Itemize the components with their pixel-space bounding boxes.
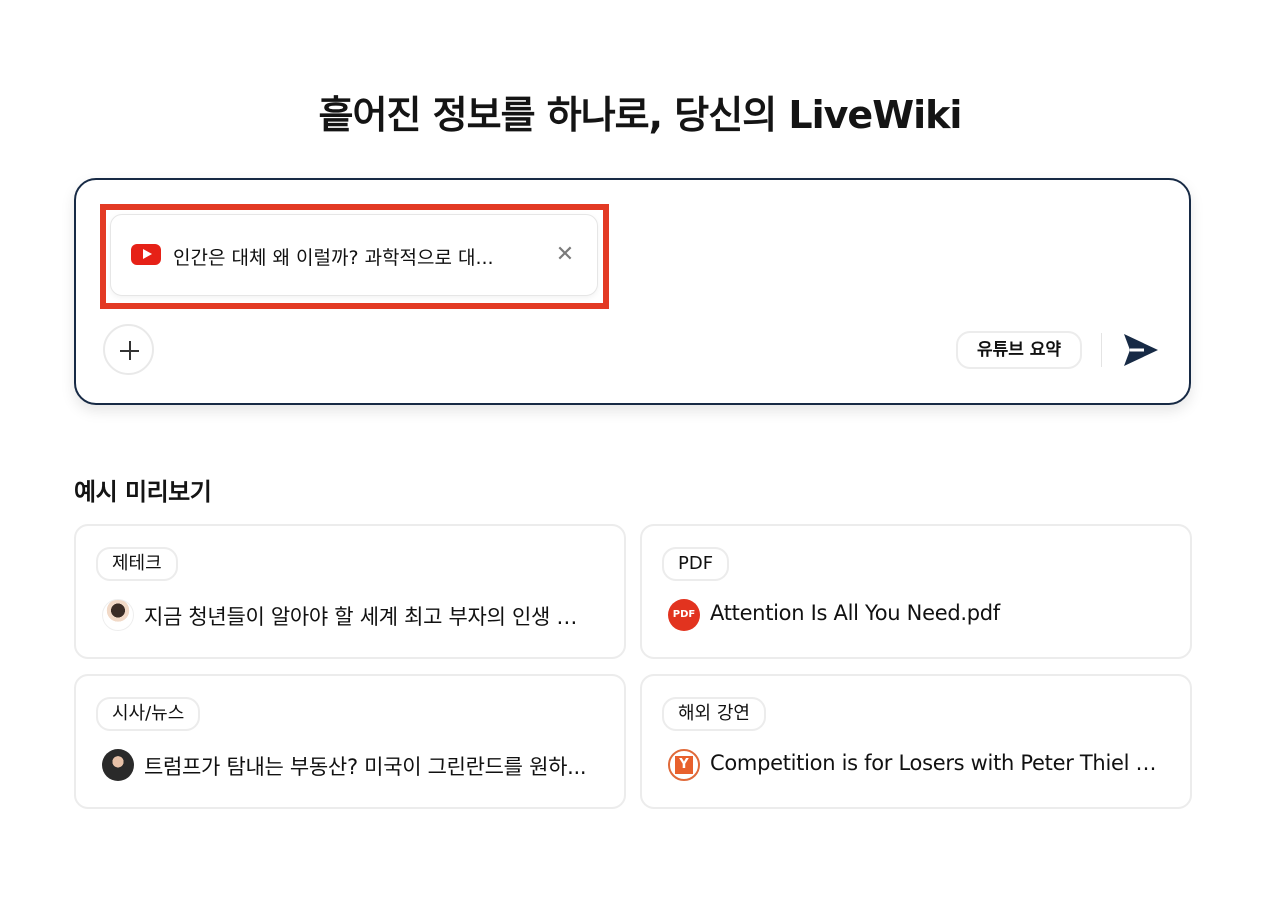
category-tag: 시사/뉴스: [96, 697, 201, 731]
attachment-title: 인간은 대체 왜 이럴까? 과학적으로 대...: [173, 247, 494, 269]
ycombinator-logo-letter: Y: [675, 756, 693, 774]
example-card[interactable]: PDF PDF Attention Is All You Need.pdf: [640, 524, 1192, 659]
card-title: 트럼프가 탐내는 부동산? 미국이 그린란드를 원하...: [144, 755, 587, 779]
close-icon[interactable]: ✕: [551, 241, 579, 269]
category-tag: PDF: [662, 547, 730, 581]
page-title: 흩어진 정보를 하나로, 당신의 LiveWiki: [318, 93, 963, 137]
divider: [1101, 333, 1102, 367]
avatar: [102, 749, 134, 781]
category-tag: 제테크: [96, 547, 178, 581]
category-tag: 해외 강연: [662, 697, 766, 731]
send-button[interactable]: [1120, 330, 1162, 370]
send-icon: [1124, 334, 1158, 366]
mode-chip[interactable]: 유튜브 요약: [956, 331, 1082, 369]
card-title: Attention Is All You Need.pdf: [710, 601, 1000, 625]
attachment-chip[interactable]: 인간은 대체 왜 이럴까? 과학적으로 대... ✕: [110, 214, 598, 296]
composer-box: 인간은 대체 왜 이럴까? 과학적으로 대... ✕ 유튜브 요약: [74, 178, 1191, 405]
example-card[interactable]: 해외 강연 Y Competition is for Losers with P…: [640, 674, 1192, 809]
example-card[interactable]: 제테크 지금 청년들이 알아야 할 세계 최고 부자의 인생 조언: [74, 524, 626, 659]
example-card[interactable]: 시사/뉴스 트럼프가 탐내는 부동산? 미국이 그린란드를 원하...: [74, 674, 626, 809]
avatar: [102, 599, 134, 631]
page: 흩어진 정보를 하나로, 당신의 LiveWiki 인간은 대체 왜 이럴까? …: [0, 0, 1280, 901]
add-attachment-button[interactable]: [103, 324, 154, 375]
ycombinator-icon: Y: [668, 749, 700, 781]
section-title: 예시 미리보기: [74, 478, 212, 506]
card-title: 지금 청년들이 알아야 할 세계 최고 부자의 인생 조언: [144, 605, 594, 629]
card-title: Competition is for Losers with Peter Thi…: [710, 751, 1160, 775]
youtube-icon: [131, 244, 161, 265]
pdf-icon: PDF: [668, 599, 700, 631]
